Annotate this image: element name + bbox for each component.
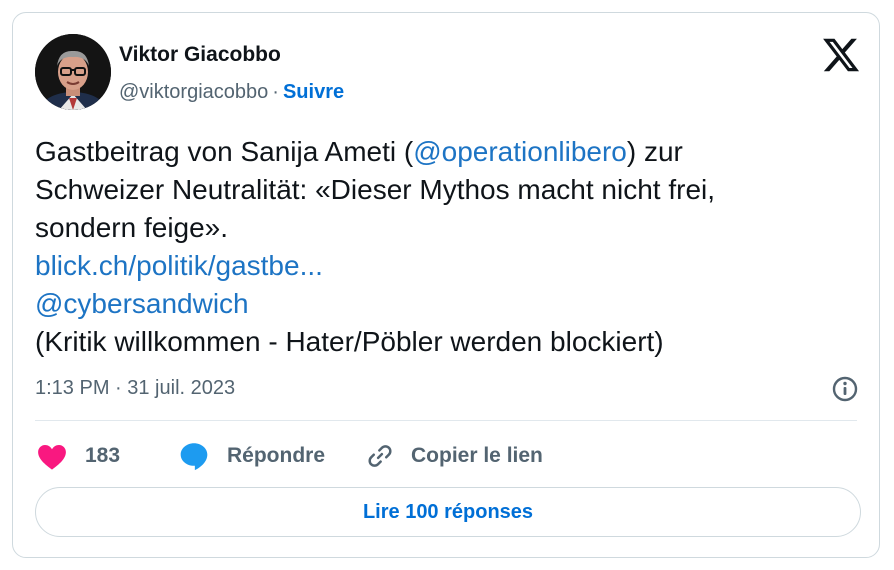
read-replies-button[interactable]: Lire 100 réponses bbox=[35, 487, 861, 537]
divider bbox=[35, 420, 857, 421]
x-logo-icon[interactable] bbox=[821, 35, 861, 75]
tweet-text-1b: ) zur bbox=[626, 136, 683, 167]
info-icon[interactable] bbox=[831, 375, 859, 403]
reply-button[interactable]: Répondre bbox=[177, 439, 325, 473]
tweet-line-3: sondern feige». bbox=[35, 212, 229, 243]
reply-label: Répondre bbox=[227, 444, 326, 467]
like-count: 183 bbox=[85, 444, 121, 467]
like-button[interactable]: 183 bbox=[35, 439, 120, 473]
timestamp[interactable]: 1:13 PM · 31 juil. 2023 bbox=[35, 377, 235, 400]
tweet-text-1a: Gastbeitrag von Sanija Ameti ( bbox=[35, 136, 414, 167]
follow-button[interactable]: Suivre bbox=[283, 81, 344, 103]
link-icon bbox=[365, 441, 395, 471]
tweet-line-6: (Kritik willkommen - Hater/Pöbler werden… bbox=[35, 326, 664, 357]
mention-link-cybersandwich[interactable]: @cybersandwich bbox=[35, 285, 855, 323]
handle-separator: · bbox=[272, 81, 279, 103]
article-link[interactable]: blick.ch/politik/gastbe... bbox=[35, 247, 855, 285]
mention-link-operationlibero[interactable]: @operationlibero bbox=[413, 136, 627, 167]
author-handle-line: @viktorgiacobbo · Suivre bbox=[119, 81, 344, 104]
reply-bubble-icon bbox=[177, 439, 211, 473]
tweet-line-2: Schweizer Neutralität: «Dieser Mythos ma… bbox=[35, 174, 716, 205]
copy-link-label: Copier le lien bbox=[411, 444, 543, 467]
tweet-text: Gastbeitrag von Sanija Ameti (@operation… bbox=[35, 133, 855, 361]
copy-link-button[interactable]: Copier le lien bbox=[365, 439, 543, 473]
tweet-card: Viktor Giacobbo @viktorgiacobbo · Suivre G… bbox=[12, 12, 880, 558]
author-handle[interactable]: @viktorgiacobbo bbox=[119, 81, 268, 103]
author-name[interactable]: Viktor Giacobbo bbox=[119, 43, 281, 67]
heart-icon bbox=[35, 439, 69, 473]
tweet-line-1: Gastbeitrag von Sanija Ameti (@operation… bbox=[35, 133, 855, 171]
read-replies-label: Lire 100 réponses bbox=[362, 500, 534, 523]
avatar[interactable] bbox=[35, 34, 111, 110]
